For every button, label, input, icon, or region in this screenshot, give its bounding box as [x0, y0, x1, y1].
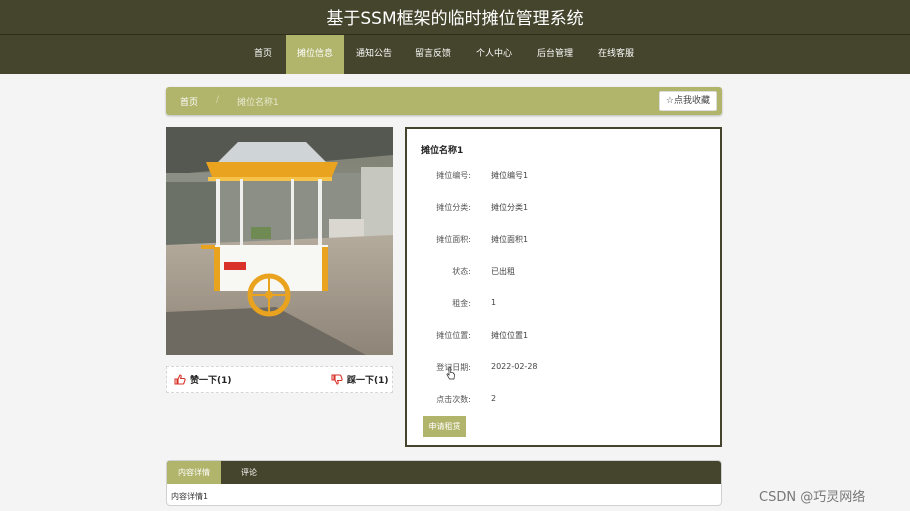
field-label: 摊位位置:: [436, 331, 471, 340]
field-value: 摊位分类1: [491, 203, 529, 212]
field-row-click-count: 点击次数: 2: [407, 394, 717, 408]
field-label: 摊位编号:: [436, 171, 471, 180]
breadcrumb-separator: /: [216, 95, 220, 105]
tab-bar: 内容详情 评论: [167, 461, 721, 484]
breadcrumb: 首页 / 摊位名称1 ☆点我收藏: [166, 87, 722, 115]
nav-item-personal-center[interactable]: 个人中心: [468, 35, 520, 74]
nav-item-home[interactable]: 首页: [244, 35, 282, 74]
field-value: 1: [491, 298, 497, 307]
nav-item-online-service[interactable]: 在线客服: [590, 35, 642, 74]
mouse-cursor-icon: [446, 367, 455, 380]
thumbs-up-icon: [174, 374, 186, 385]
field-label: 摊位面积:: [436, 235, 471, 244]
thumbs-down-icon: [331, 374, 343, 385]
nav-item-notices[interactable]: 通知公告: [348, 35, 400, 74]
field-label: 租金:: [452, 299, 471, 308]
vote-bar: 赞一下(1) 踩一下(1): [166, 366, 393, 393]
like-button[interactable]: 赞一下(1): [174, 373, 232, 386]
field-value: 摊位面积1: [491, 235, 529, 244]
field-label: 摊位分类:: [436, 203, 471, 212]
tab-content-details[interactable]: 内容详情: [167, 461, 221, 484]
field-row-status: 状态: 已出租: [407, 266, 717, 280]
site-header: 基于SSM框架的临时摊位管理系统 首页 摊位信息 通知公告 留言反馈 个人中心 …: [0, 0, 910, 74]
field-label: 点击次数:: [436, 395, 471, 404]
breadcrumb-home-link[interactable]: 首页: [180, 95, 198, 108]
field-row-booth-location: 摊位位置: 摊位位置1: [407, 330, 717, 344]
field-value: 2022-02-28: [491, 362, 538, 371]
field-row-booth-number: 摊位编号: 摊位编号1: [407, 170, 717, 184]
dislike-button[interactable]: 踩一下(1): [331, 373, 389, 386]
main-nav: 首页 摊位信息 通知公告 留言反馈 个人中心 后台管理 在线客服: [0, 35, 910, 74]
field-row-booth-category: 摊位分类: 摊位分类1: [407, 202, 717, 216]
field-label: 状态:: [452, 267, 471, 276]
field-value: 已出租: [491, 267, 515, 276]
field-value: 摊位编号1: [491, 171, 529, 180]
nav-item-feedback[interactable]: 留言反馈: [407, 35, 459, 74]
nav-item-booth-info[interactable]: 摊位信息: [286, 35, 344, 74]
field-value: 摊位位置1: [491, 331, 529, 340]
booth-detail-panel: 摊位名称1 摊位编号: 摊位编号1 摊位分类: 摊位分类1 摊位面积: 摊位面积…: [405, 127, 722, 447]
tab-panel-text: 内容详情1: [171, 492, 209, 501]
booth-name: 摊位名称1: [421, 146, 464, 156]
tab-comments[interactable]: 评论: [227, 461, 271, 484]
favorite-button[interactable]: ☆点我收藏: [658, 91, 717, 111]
like-label: 赞一下(1): [190, 376, 232, 386]
watermark: CSDN @巧灵网络: [759, 490, 866, 505]
nav-item-admin[interactable]: 后台管理: [529, 35, 581, 74]
field-row-booth-area: 摊位面积: 摊位面积1: [407, 234, 717, 248]
apply-rent-button[interactable]: 申请租赁: [423, 416, 466, 437]
site-title: 基于SSM框架的临时摊位管理系统: [326, 9, 584, 29]
content-tabs: 内容详情 评论 内容详情1: [166, 460, 722, 506]
breadcrumb-current: 摊位名称1: [237, 98, 279, 108]
field-row-rent: 租金: 1: [407, 298, 717, 312]
field-label: 登记日期:: [436, 363, 471, 372]
booth-photo: [166, 127, 393, 355]
field-value: 2: [491, 394, 497, 403]
dislike-label: 踩一下(1): [347, 376, 389, 386]
